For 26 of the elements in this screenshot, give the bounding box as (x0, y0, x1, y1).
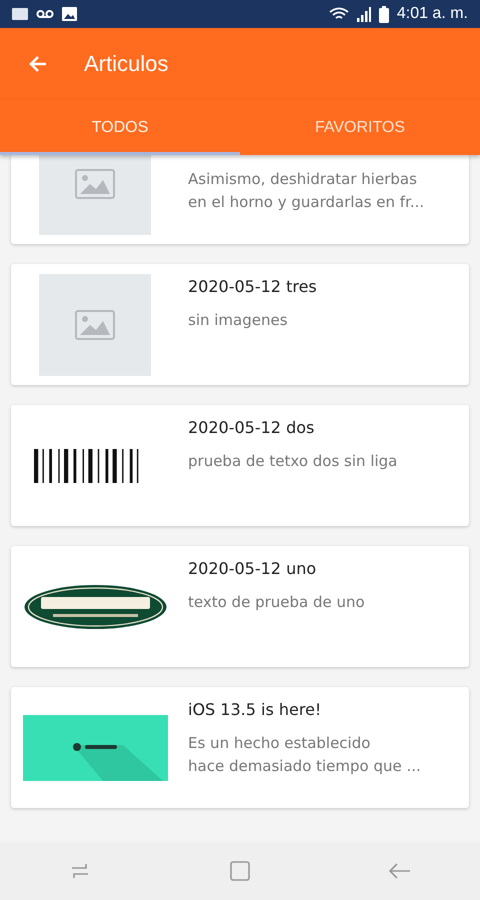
clock-time: 4:01 a. m. (396, 5, 468, 23)
voicemail-icon (36, 9, 54, 19)
image-icon (62, 7, 77, 21)
image-placeholder-icon (75, 169, 115, 199)
article-title: iOS 13.5 is here! (188, 699, 322, 721)
article-summary-line: Es un hecho establecido (188, 733, 372, 754)
image-placeholder-icon (75, 310, 115, 340)
article-summary-line: hace demasiado tiempo que ... (188, 756, 421, 777)
article-summary-line: Asimismo, deshidratar hierbas (188, 169, 418, 190)
article-card[interactable]: Asimismo, deshidratar hierbas en el horno y guardarlas en fr... (11, 155, 469, 244)
article-summary-line: prueba de tetxo dos sin liga (188, 451, 398, 472)
screen-title: Articulos (84, 51, 168, 77)
article-card[interactable]: iOS 13.5 is here! Es un hecho establecido hace demasiado tiempo que ... (11, 687, 469, 808)
article-card[interactable]: 2020-05-12 dos prueba de tetxo dos sin liga (11, 405, 469, 526)
message-icon (12, 7, 28, 21)
article-summary-line: en el horno y guardarlas en fr... (188, 192, 424, 213)
article-summary-line: texto de prueba de uno (188, 592, 365, 613)
article-card[interactable]: 2020-05-12 uno texto de prueba de uno (11, 546, 469, 667)
article-title: 2020-05-12 tres (188, 276, 317, 298)
article-card[interactable]: 2020-05-12 tres sin imagenes (11, 264, 469, 385)
wifi-icon (328, 6, 349, 22)
signal-icon (356, 6, 371, 22)
article-title: 2020-05-12 uno (188, 558, 318, 580)
article-title: 2020-05-12 dos (188, 417, 316, 439)
article-summary-line: sin imagenes (188, 310, 289, 331)
battery-icon (378, 6, 389, 22)
